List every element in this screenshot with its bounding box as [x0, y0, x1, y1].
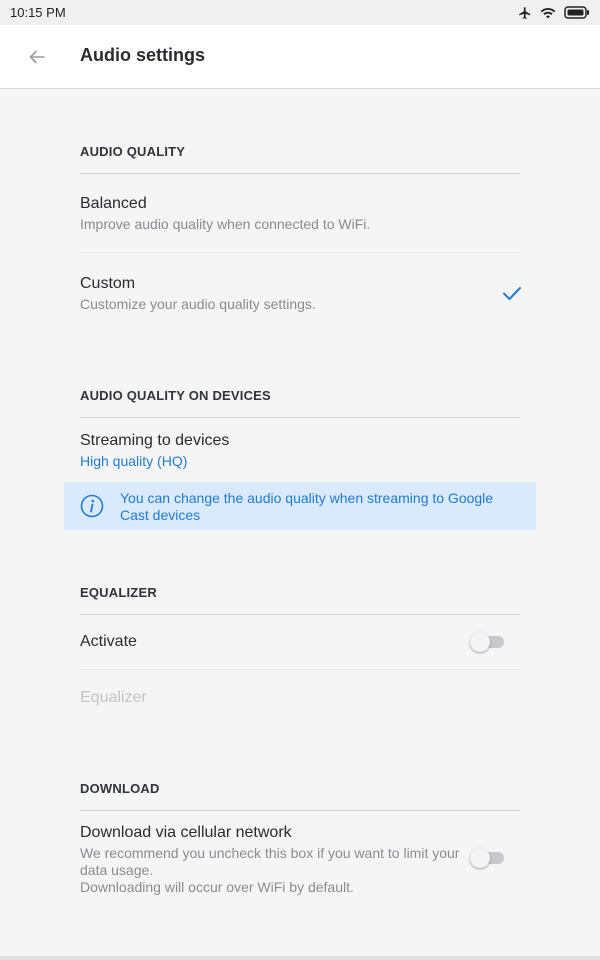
- option-custom-subtitle: Customize your audio quality settings.: [80, 296, 316, 312]
- info-text: You can change the audio quality when st…: [120, 490, 494, 523]
- streaming-title: Streaming to devices: [80, 432, 230, 449]
- battery-icon: [564, 6, 589, 19]
- option-balanced-title: Balanced: [80, 195, 147, 212]
- status-icons: [518, 6, 590, 20]
- section-header-audio-quality-devices: AUDIO QUALITY ON DEVICES: [80, 388, 520, 418]
- status-bar: 10:15 PM: [0, 0, 600, 25]
- info-icon: [80, 494, 104, 518]
- equalizer-label: Equalizer: [80, 689, 147, 706]
- streaming-to-devices[interactable]: Streaming to devices High quality (HQ): [80, 432, 520, 470]
- download-cellular-row: Download via cellular network We recomme…: [80, 824, 470, 896]
- option-balanced[interactable]: Balanced Improve audio quality when conn…: [80, 195, 520, 233]
- page-title: Audio settings: [80, 45, 205, 65]
- activate-label: Activate: [80, 633, 137, 650]
- option-custom-title: Custom: [80, 275, 136, 292]
- option-custom[interactable]: Custom Customize your audio quality sett…: [80, 275, 520, 313]
- section-header-audio-quality: AUDIO QUALITY: [80, 144, 520, 174]
- activate-toggle[interactable]: [470, 632, 504, 652]
- download-cellular-title: Download via cellular network: [80, 824, 292, 841]
- divider: [80, 669, 520, 670]
- bottom-edge: [0, 956, 600, 960]
- checkmark-icon: [503, 287, 521, 300]
- equalizer-row[interactable]: Equalizer: [80, 689, 520, 707]
- divider: [80, 252, 520, 253]
- status-time: 10:15 PM: [10, 5, 66, 20]
- toggle-thumb: [470, 632, 490, 652]
- arrow-left-icon: [29, 50, 45, 64]
- toggle-thumb: [470, 848, 490, 868]
- back-button[interactable]: [24, 44, 50, 70]
- wifi-icon: [540, 7, 556, 18]
- option-balanced-subtitle: Improve audio quality when connected to …: [80, 216, 371, 232]
- download-cellular-subtitle: We recommend you uncheck this box if you…: [80, 845, 460, 878]
- section-header-equalizer: EQUALIZER: [80, 585, 520, 615]
- activate-equalizer-row: Activate: [80, 633, 520, 651]
- download-cellular-note: Downloading will occur over WiFi by defa…: [80, 879, 354, 895]
- streaming-value: High quality (HQ): [80, 453, 188, 469]
- section-header-download: DOWNLOAD: [80, 781, 520, 811]
- app-bar: Audio settings: [0, 25, 600, 89]
- info-banner: You can change the audio quality when st…: [64, 482, 536, 530]
- airplane-icon: [519, 6, 531, 19]
- download-cellular-toggle[interactable]: [470, 848, 504, 868]
